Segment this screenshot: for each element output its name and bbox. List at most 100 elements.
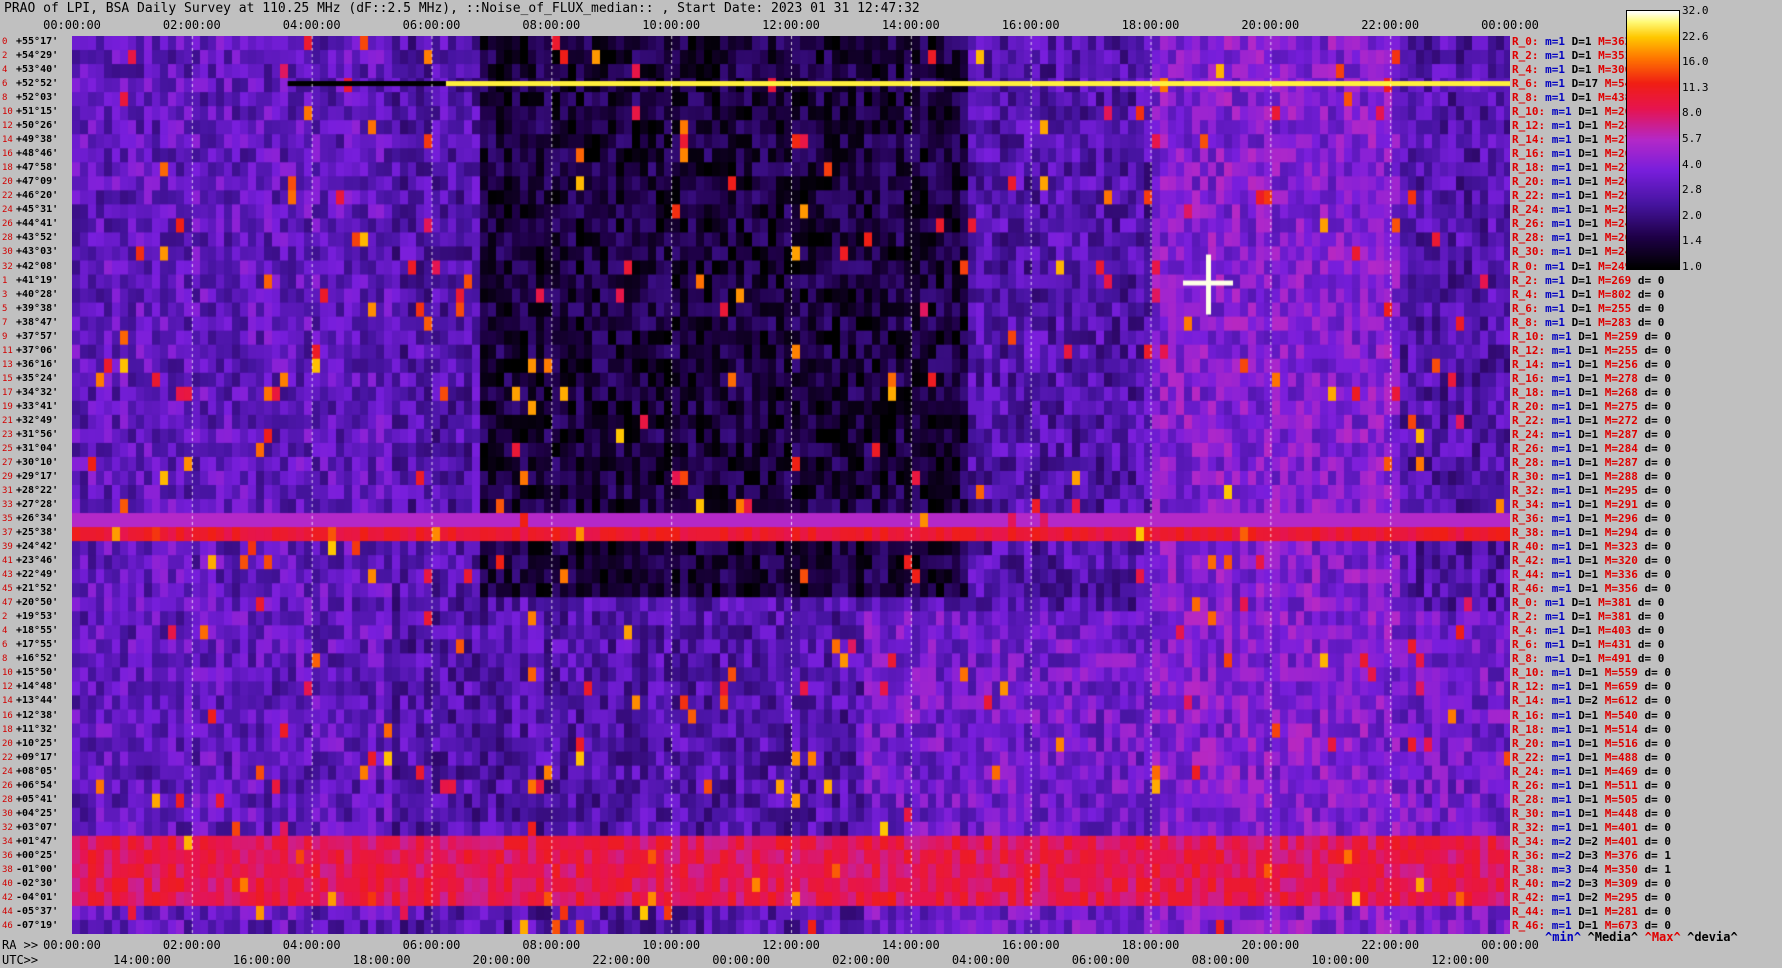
declination-label: +09°17' [16,751,59,763]
stat-legend-key: ^devia^ [1687,930,1738,944]
row-stat-field: m=1 [1551,512,1579,526]
row-stat-field: D=1 [1578,329,1605,343]
row-stat-field: R_28: [1512,455,1552,469]
declination-label: +37°57' [16,330,59,342]
declination-label: +47°09' [16,176,59,188]
row-stat-field: D=1 [1571,301,1599,315]
row-stat-field: D=2 [1578,890,1605,904]
row-stat-field: M=278 [1604,371,1645,385]
row-stat-field: d= 0 [1644,820,1672,834]
declination-label: +10°25' [16,737,59,749]
declination-label: +11°32' [16,723,59,735]
declination-label: +31°56' [16,428,59,440]
row-stat-field: D=1 [1571,596,1599,610]
row-stat-field: d= 0 [1644,680,1672,694]
colorbar-tick-label: 22.6 [1682,29,1709,43]
row-stat-field: D=1 [1571,652,1599,666]
row-stat-field: d= 0 [1637,610,1665,624]
row-stat-field: m=1 [1551,441,1579,455]
row-stat-field: M=540 [1604,708,1645,722]
colorbar [1626,10,1680,270]
row-stat-field: m=1 [1545,301,1572,315]
declination-label: +43°52' [16,232,59,244]
row-stat-field: D=3 [1578,848,1605,862]
row-stat-field: m=1 [1551,231,1579,245]
declination-label: +45°31' [16,204,59,216]
row-index-label: 32 [2,822,13,833]
row-stat-field: R_6: [1512,301,1546,315]
declination-label: +03°07' [16,821,59,833]
row-stat: R_40: m=1 D=1 M=323 d= 0 [1512,540,1671,553]
row-stat: R_36: m=2 D=3 M=376 d= 1 [1512,849,1671,862]
declination-label: +31°04' [16,442,59,454]
declination-label: +08°05' [16,765,59,777]
row-stat-field: D=1 [1571,49,1599,63]
stat-legend-key: ^min^ [1545,930,1582,944]
declination-label: +20°50' [16,597,59,609]
row-stat-field: M=516 [1604,736,1645,750]
row-stat-field: M=295 [1604,890,1645,904]
top-tick-label: 02:00:00 [162,18,221,32]
row-stat-field: R_4: [1512,287,1546,301]
row-stat-field: M=488 [1604,750,1645,764]
utc-tick-label: 00:00:00 [712,953,771,967]
row-stat-field: M=284 [1604,441,1645,455]
colorbar-tick-label: 5.7 [1682,132,1702,145]
row-stat-field: D=1 [1578,371,1605,385]
row-stat-field: m=1 [1551,175,1579,189]
row-stat-field: d= 0 [1644,399,1672,413]
chart-title: PRAO of LPI, BSA Daily Survey at 110.25 … [4,1,920,16]
row-index-label: 4 [2,65,8,76]
row-stat-field: m=1 [1545,652,1572,666]
row-index-label: 30 [2,247,13,258]
row-stat-field: M=401 [1604,820,1645,834]
row-stat-field: R_8: [1512,652,1546,666]
row-stat-field: D=1 [1578,413,1605,427]
row-stat-field: R_26: [1512,778,1552,792]
row-stat-field: m=1 [1551,498,1579,512]
row-stat-field: D=1 [1578,722,1605,736]
row-stat-field: R_42: [1512,890,1552,904]
row-stat-field: m=1 [1551,329,1579,343]
row-stat-field: R_18: [1512,722,1552,736]
row-stat-field: d= 0 [1644,512,1672,526]
declination-label: +29°17' [16,470,59,482]
row-stat-field: m=1 [1551,427,1579,441]
row-stat-field: D=1 [1578,806,1605,820]
row-stat-field: R_4: [1512,63,1546,77]
row-stat-field: R_12: [1512,119,1552,133]
row-stat-field: D=1 [1578,526,1605,540]
row-index-label: 20 [2,738,13,749]
row-stat-field: d= 0 [1644,484,1672,497]
row-stat-field: d= 0 [1644,371,1672,385]
row-index-label: 45 [2,584,13,595]
row-stat-field: R_0: [1512,259,1546,273]
row-stat: R_24: m=1 D=1 M=469 d= 0 [1512,765,1671,778]
row-stat-field: M=403 [1598,624,1638,638]
row-stat-field: D=17 [1571,77,1605,91]
declination-label: +18°55' [16,625,59,637]
row-stat-field: m=1 [1551,371,1579,385]
row-stat-field: m=1 [1551,736,1579,750]
row-index-label: 33 [2,500,13,511]
row-stat-field: m=1 [1551,413,1579,427]
row-stat-field: m=1 [1551,764,1579,778]
row-stat-field: R_24: [1512,203,1552,217]
colorbar-tick-label: 16.0 [1682,55,1709,69]
row-stat-field: M=259 [1604,329,1645,343]
utc-tick-label: 06:00:00 [1071,953,1130,967]
row-index-label: 10 [2,107,13,118]
row-stat-field: M=287 [1604,427,1645,441]
row-stat-field: D=1 [1578,792,1605,806]
row-stat-field: D=1 [1578,778,1605,792]
row-stat-field: M=336 [1604,568,1645,582]
row-stat-field: m=2 [1551,848,1579,862]
row-stat-field: d= 0 [1644,890,1672,904]
row-stat: R_14: m=1 D=1 M=256 d= 0 [1512,358,1671,371]
row-stat-field: M=275 [1604,399,1645,413]
declination-label: +46°20' [16,190,59,202]
row-stat: R_38: m=1 D=1 M=294 d= 0 [1512,526,1671,539]
top-tick-label: 20:00:00 [1241,18,1300,32]
row-stat: R_4: m=1 D=1 M=802 d= 0 [1512,288,1664,301]
row-stat-field: m=1 [1551,455,1579,469]
